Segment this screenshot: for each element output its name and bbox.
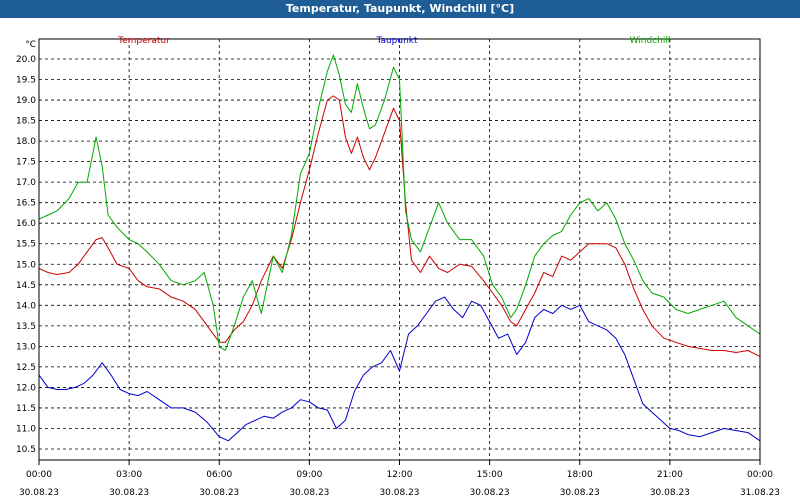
x-tick-date: 31.08.23 (740, 488, 780, 498)
x-tick-date: 30.08.23 (650, 488, 690, 498)
y-axis-label: °C (25, 40, 36, 50)
chart-title: Temperatur, Taupunkt, Windchill [°C] (0, 0, 800, 18)
y-tick-label: 12.5 (16, 363, 36, 373)
x-tick-date: 30.08.23 (560, 488, 600, 498)
x-tick-time: 00:00 (747, 470, 773, 480)
y-tick-label: 11.5 (16, 404, 36, 414)
x-tick-time: 00:00 (26, 470, 52, 480)
x-tick-time: 06:00 (206, 470, 232, 480)
legend-windchill: Windchill (630, 36, 671, 46)
y-tick-label: 14.0 (16, 301, 36, 311)
legend-taupunkt: Taupunkt (375, 36, 418, 46)
x-tick-time: 18:00 (567, 470, 593, 480)
y-tick-label: 18.0 (16, 137, 36, 147)
y-tick-label: 11.0 (16, 424, 36, 434)
x-tick-date: 30.08.23 (109, 488, 149, 498)
y-tick-label: 16.5 (16, 199, 36, 209)
y-tick-label: 19.5 (16, 76, 36, 86)
x-tick-date: 30.08.23 (289, 488, 329, 498)
x-tick-date: 30.08.23 (19, 488, 59, 498)
y-tick-label: 13.5 (16, 322, 36, 332)
x-tick-date: 30.08.23 (379, 488, 419, 498)
x-tick-time: 03:00 (116, 470, 142, 480)
y-tick-label: 19.0 (16, 96, 36, 106)
chart-canvas: 10.5 11.0 11.5 12.0 12.5 13.0 13.5 14.0 14.5 15.0… (16, 36, 780, 498)
y-tick-label: 10.5 (16, 445, 36, 455)
legend-temperatur: Temperatur (117, 36, 170, 46)
grid (39, 39, 760, 460)
y-tick-label: 12.0 (16, 383, 36, 393)
y-tick-label: 17.0 (16, 178, 36, 188)
x-tick-date: 30.08.23 (199, 488, 239, 498)
y-tick-label: 15.0 (16, 260, 36, 270)
y-tick-label: 14.5 (16, 281, 36, 291)
x-tick-date: 30.08.23 (470, 488, 510, 498)
x-tick-time: 09:00 (296, 470, 322, 480)
y-tick-label: 18.5 (16, 117, 36, 127)
x-tick-time: 12:00 (387, 470, 413, 480)
y-tick-label: 13.0 (16, 342, 36, 352)
y-tick-label: 15.5 (16, 240, 36, 250)
y-tick-label: 20.0 (16, 55, 36, 65)
x-tick-time: 15:00 (477, 470, 503, 480)
y-tick-label: 17.5 (16, 158, 36, 168)
x-tick-time: 21:00 (657, 470, 683, 480)
y-tick-label: 16.0 (16, 219, 36, 229)
